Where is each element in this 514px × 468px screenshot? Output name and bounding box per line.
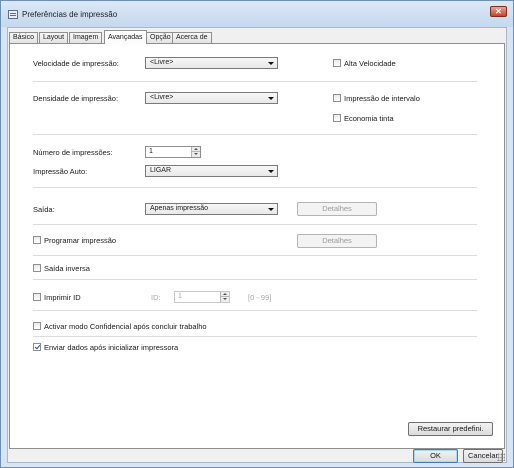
id-label: ID:: [151, 293, 161, 302]
high-speed-checkbox[interactable]: [333, 59, 341, 67]
output-select[interactable]: Apenas impressão: [145, 203, 278, 215]
auto-print-value: LIGAR: [150, 167, 172, 174]
send-data-checkbox[interactable]: [33, 343, 41, 351]
separator: [33, 255, 477, 256]
print-density-label: Densidade de impressão:: [33, 94, 119, 103]
schedule-details-button[interactable]: Detalhes: [297, 234, 377, 248]
schedule-print-label: Programar impressão: [44, 236, 117, 245]
resize-grip-icon[interactable]: [497, 453, 505, 461]
print-density-select[interactable]: <Livre>: [145, 92, 278, 104]
separator: [33, 224, 477, 225]
output-value: Apenas impressão: [150, 205, 208, 212]
window-title: Preferências de impressão: [22, 10, 118, 19]
advanced-tab-panel: Velocidade de impressão: <Livre> Alta Ve…: [9, 43, 505, 449]
spin-down-icon[interactable]: [191, 152, 200, 157]
dialog-body: Básico Layout Imagem Avançadas Opção Ace…: [7, 27, 507, 463]
printer-icon: [8, 10, 18, 19]
chevron-down-icon: [268, 208, 274, 211]
interval-print-checkbox[interactable]: [333, 94, 341, 102]
ok-button[interactable]: OK: [413, 449, 458, 463]
schedule-print-checkbox[interactable]: [33, 236, 41, 244]
confidential-mode-checkbox[interactable]: [33, 322, 41, 330]
send-data-label: Enviar dados após inicializar impressora: [44, 343, 179, 352]
high-speed-label: Alta Velocidade: [344, 59, 396, 68]
chevron-down-icon: [268, 170, 274, 173]
separator: [33, 310, 477, 311]
confidential-mode-label: Activar modo Confidencial após concluir …: [44, 322, 207, 331]
reverse-output-label: Saída inversa: [44, 264, 90, 273]
restore-defaults-button[interactable]: Restaurar predefini.: [408, 422, 493, 436]
print-id-label: Imprimir ID: [44, 293, 81, 302]
spin-down-icon[interactable]: [220, 297, 229, 302]
close-button[interactable]: ✕: [490, 6, 507, 17]
print-preferences-window: Preferências de impressão ✕ Básico Layou…: [0, 0, 514, 468]
id-stepper[interactable]: 1: [174, 291, 230, 303]
copies-value: 1: [149, 148, 153, 155]
print-density-value: <Livre>: [150, 94, 174, 101]
separator: [33, 187, 477, 188]
copies-stepper[interactable]: 1: [145, 146, 201, 158]
chevron-down-icon: [268, 97, 274, 100]
copies-label: Número de impressões:: [33, 148, 113, 157]
id-value: 1: [178, 293, 182, 300]
tab-opcao[interactable]: Opção: [146, 32, 175, 43]
print-speed-label: Velocidade de impressão:: [33, 59, 119, 68]
interval-print-label: Impressão de intervalo: [344, 94, 420, 103]
separator: [33, 279, 477, 280]
print-speed-value: <Livre>: [150, 59, 174, 66]
tab-basico[interactable]: Básico: [9, 32, 39, 43]
output-details-button[interactable]: Detalhes: [297, 202, 377, 216]
tab-imagem[interactable]: Imagem: [69, 32, 103, 43]
tab-layout[interactable]: Layout: [39, 32, 69, 43]
output-label: Saída:: [33, 205, 55, 214]
auto-print-select[interactable]: LIGAR: [145, 165, 278, 177]
title-bar[interactable]: Preferências de impressão ✕: [1, 1, 513, 27]
tab-avancadas[interactable]: Avançadas: [104, 30, 147, 44]
auto-print-label: Impressão Auto:: [33, 167, 88, 176]
tab-acerca-de[interactable]: Acerca de: [172, 32, 212, 43]
ink-economy-label: Economia tinta: [344, 114, 394, 123]
separator: [33, 81, 477, 82]
separator: [33, 336, 477, 337]
print-speed-select[interactable]: <Livre>: [145, 57, 278, 69]
print-id-checkbox[interactable]: [33, 293, 41, 301]
separator: [33, 134, 477, 135]
chevron-down-icon: [268, 62, 274, 65]
id-range-label: [0 - 99]: [248, 293, 272, 302]
ink-economy-checkbox[interactable]: [333, 114, 341, 122]
reverse-output-checkbox[interactable]: [33, 264, 41, 272]
